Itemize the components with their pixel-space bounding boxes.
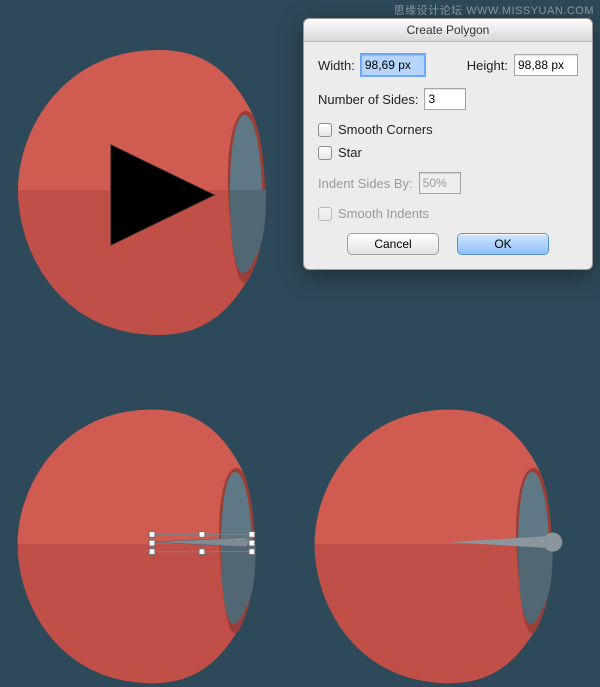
sides-input[interactable]: [424, 88, 466, 110]
indent-label: Indent Sides By:: [318, 176, 413, 191]
dish-bottom-right: [315, 410, 563, 684]
cancel-button[interactable]: Cancel: [347, 233, 439, 255]
smooth-indents-label: Smooth Indents: [338, 206, 429, 221]
ok-button[interactable]: OK: [457, 233, 549, 255]
dialog-body: Width: Height: Number of Sides: Smooth C…: [304, 42, 592, 269]
smooth-corners-label: Smooth Corners: [338, 122, 433, 137]
star-checkbox[interactable]: [318, 146, 332, 160]
width-label: Width:: [318, 58, 355, 73]
create-polygon-dialog: Create Polygon Width: Height: Number of …: [303, 18, 593, 270]
height-label: Height:: [467, 58, 508, 73]
smooth-corners-checkbox[interactable]: [318, 123, 332, 137]
dish-top-left: [18, 50, 266, 335]
dialog-title: Create Polygon: [304, 19, 592, 42]
indent-input: [419, 172, 461, 194]
sides-label: Number of Sides:: [318, 92, 418, 107]
height-input[interactable]: [514, 54, 578, 76]
width-input[interactable]: [361, 54, 425, 76]
dish-bottom-left: [18, 410, 256, 684]
star-label: Star: [338, 145, 362, 160]
needle-knob: [543, 532, 562, 551]
smooth-indents-checkbox: [318, 207, 332, 221]
